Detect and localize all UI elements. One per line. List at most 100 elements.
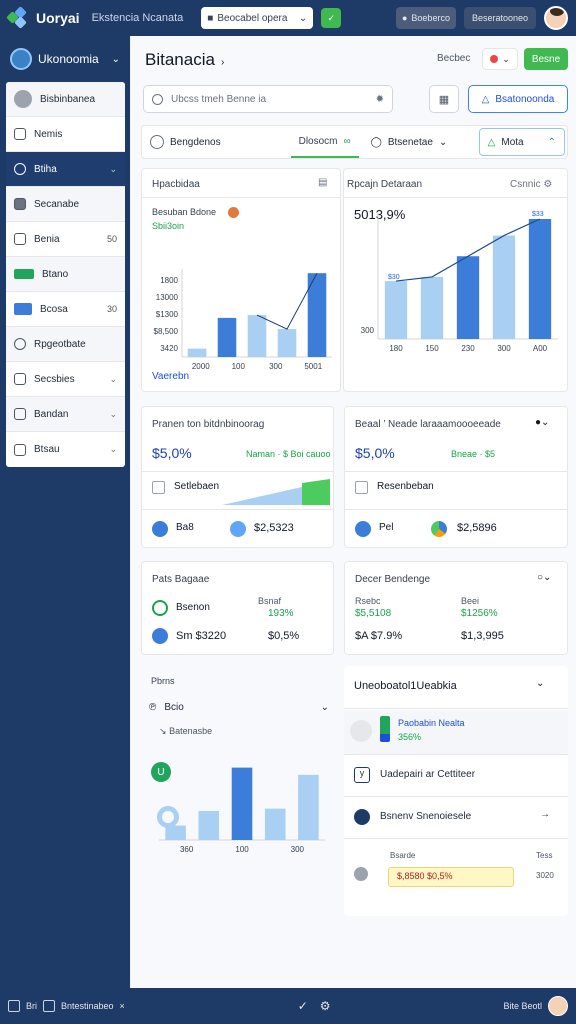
column-label: Bsnaf [258, 596, 282, 606]
outline-action-button[interactable]: △ Bsatonoonda [468, 85, 568, 113]
chevron-down-icon: ⌄ [111, 53, 120, 65]
header-primary-button[interactable]: Besne [524, 48, 568, 70]
filter-seg-1[interactable]: Bengdenos [142, 126, 229, 158]
link-icon: ∞ [343, 135, 351, 147]
calendar-icon[interactable]: ▤ [318, 177, 327, 188]
user-icon [350, 720, 372, 742]
calendar-button[interactable]: ▦ [429, 85, 459, 113]
sidebar-item-label: Bandan [34, 408, 69, 420]
chevron-down-icon: ⌄ [298, 12, 308, 24]
point-label: $33 [532, 211, 544, 218]
chart-bar [217, 317, 237, 357]
checkbox[interactable] [152, 481, 165, 494]
card-title: Beaal ’ Neade laraaamoooeeade [355, 419, 501, 430]
list-item[interactable]: y Uadepairi ar Cettiteer [344, 754, 568, 796]
user-avatar[interactable] [544, 6, 568, 30]
grid-icon[interactable] [8, 1000, 20, 1012]
outline-action-label: Bsatonoonda [495, 93, 555, 105]
filter-seg-3[interactable]: △ Mota ⌃ [478, 128, 565, 156]
sidebar-item-0[interactable]: Bisbinbanea [6, 82, 125, 117]
chart-bar [384, 281, 408, 339]
footer-bar: Bri Bntestinabeo × ✓ ⚙ Bite Beotl [0, 988, 576, 1024]
sidebar-item-3[interactable]: Secanabe [6, 187, 125, 222]
summary-card-1: Pranen ton bitdnbinoorag $5,0% Naman · $… [141, 406, 334, 548]
share-icon[interactable]: ✓ [298, 999, 308, 1013]
view-link[interactable]: Vaerebn [152, 371, 189, 382]
search-icon [150, 135, 164, 149]
highlight-row[interactable]: $,8580 $0,5% [388, 867, 514, 887]
row-value: $2,5896 [457, 522, 497, 534]
divider [142, 509, 333, 510]
card-icon [14, 198, 26, 210]
chart-card-2: Rpcajn Detaraan Csnnic ⚙ 5013,9% 300 180 1… [343, 168, 568, 392]
stats-card-2: Decer Bendenge ○⌄ Rsebc Beei $5,5108 $12… [344, 561, 568, 655]
arrow-icon: ↘ [159, 726, 167, 736]
list-item-label: Bsnenv Snenoiesele [380, 811, 472, 822]
row-label: Pel [379, 522, 394, 533]
checkbox[interactable] [355, 481, 368, 494]
sidebar-item-5[interactable]: Btano [6, 257, 125, 292]
sidebar-item-4[interactable]: Benia 50 [6, 222, 125, 257]
account-pill[interactable]: Beseratooneo [463, 7, 536, 29]
list-item[interactable]: Paobabin Nealta 356% [344, 710, 568, 754]
tab-active[interactable]: Dlosocm ∞ [290, 126, 359, 158]
triangle-icon: △ [487, 136, 496, 148]
settings-icon[interactable]: ●⌄ [535, 417, 549, 428]
filter-seg-2[interactable]: ◯ Btsenetae ⌄ [363, 126, 456, 158]
status-circle-icon [354, 867, 368, 881]
filter-icon: ℗ [149, 701, 157, 713]
sidebar: Ukonoomia ⌄ Bisbinbanea Nemis Btiha ⌄ Se… [0, 36, 130, 988]
sidebar-item-7[interactable]: Rpgeotbate [6, 327, 125, 362]
doc-icon[interactable] [43, 1000, 55, 1012]
card-action[interactable]: Csnnic ⚙ [510, 179, 552, 190]
chevron-down-icon: ⌄ [320, 701, 329, 713]
notification-pill[interactable]: ● Boeberco [395, 7, 456, 29]
kpi-sub: Bneae · $5 [451, 449, 496, 459]
globe-icon [14, 163, 26, 175]
divider [344, 708, 568, 709]
sidebar-item-label: Secanabe [34, 198, 80, 210]
chevron-down-icon: ⌄ [109, 408, 117, 419]
top-green-button[interactable]: ✓ [321, 8, 342, 28]
x-tick-label: 360 [180, 845, 194, 854]
box-icon [14, 443, 26, 456]
sidebar-item-6[interactable]: Bcosa 30 [6, 292, 125, 327]
sidebar-item-8[interactable]: Secsbies ⌄ [6, 362, 125, 397]
chart-select-label: Bcio [164, 701, 184, 713]
card-title: Hpacbidaa [152, 179, 200, 190]
sidebar-header[interactable]: Ukonoomia ⌄ [0, 36, 130, 82]
lock-icon: ◯ [370, 136, 382, 148]
chart-bar [165, 825, 186, 840]
x-tick-label: 5001 [304, 362, 322, 369]
chart-sublabel: ↘ Batenasbe [159, 726, 212, 737]
sidebar-item-10[interactable]: Btsau ⌄ [6, 432, 125, 467]
sidebar-item-2[interactable]: Btiha ⌄ [6, 152, 125, 187]
settings-icon[interactable]: ⚙ [320, 999, 331, 1013]
footer-label-1: Bri [26, 1001, 37, 1011]
footer-label-2: Bntestinabeo [61, 1001, 114, 1011]
chevron-up-icon: ⌃ [547, 136, 556, 148]
tab-label: Dlosocm [298, 135, 338, 147]
close-icon[interactable]: × [120, 1001, 125, 1011]
chart-sublabel-text: Batenasbe [169, 726, 213, 736]
chevron-down-icon[interactable]: ⌄ [536, 678, 544, 689]
y-tick-label: $1300 [156, 310, 179, 319]
list-item[interactable]: Bsnenv Snenoiesele → [344, 796, 568, 838]
coin-icon [152, 521, 168, 537]
sidebar-item-1[interactable]: Nemis [6, 117, 125, 152]
user-avatar[interactable] [548, 996, 569, 1016]
divider [344, 197, 567, 198]
sidebar-item-9[interactable]: Bandan ⌄ [6, 397, 125, 432]
filter-seg-label: Mota [501, 136, 524, 148]
top-select[interactable]: ■ Beocabel opera ⌄ [201, 7, 314, 29]
chart-bar [247, 315, 267, 357]
search-field[interactable]: Ubcss tmeh Benne ia ✹ [143, 85, 393, 113]
flag-button[interactable]: ⌄ [482, 48, 518, 70]
caret-right-icon: › [220, 57, 225, 68]
row-label: Resenbeban [377, 481, 434, 492]
settings-icon: ⚙ [543, 179, 553, 190]
y-tick-label: 13000 [156, 293, 179, 302]
app-logo-text: Uoryai [36, 10, 80, 26]
settings-icon[interactable]: ○⌄ [537, 572, 551, 583]
chart-select[interactable]: ℗ Bcio ⌄ [149, 698, 329, 716]
